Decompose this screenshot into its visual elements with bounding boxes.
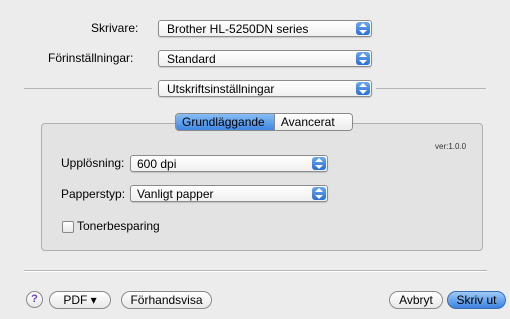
presets-select-value: Standard — [167, 52, 216, 66]
cancel-button[interactable]: Avbryt — [389, 291, 443, 309]
resolution-label: Upplösning: — [61, 156, 125, 170]
help-button[interactable]: ? — [26, 291, 43, 308]
presets-select[interactable]: Standard — [158, 50, 372, 67]
popup-arrows-icon — [356, 22, 370, 35]
paper-type-select-value: Vanligt papper — [137, 187, 214, 201]
toner-saving-label: Tonerbesparing — [77, 219, 160, 233]
resolution-select-value: 600 dpi — [137, 157, 177, 171]
tab-grundlaggande[interactable]: Grundläggande — [176, 114, 274, 130]
pdf-button[interactable]: PDF ▾ — [49, 291, 111, 309]
footer-separator-highlight — [24, 271, 487, 272]
section-select-value: Utskriftsinställningar — [167, 82, 275, 96]
section-select[interactable]: Utskriftsinställningar — [158, 80, 372, 97]
tab-avancerat[interactable]: Avancerat — [273, 114, 352, 130]
toner-saving-checkbox[interactable] — [62, 221, 74, 233]
separator-right — [376, 88, 486, 89]
presets-label: Förinställningar: — [48, 51, 134, 65]
resolution-select[interactable]: 600 dpi — [130, 155, 328, 172]
popup-arrows-icon — [312, 187, 326, 200]
preview-button[interactable]: Förhandsvisa — [121, 291, 212, 309]
print-button[interactable]: Skriv ut — [447, 291, 506, 309]
printer-select-value: Brother HL-5250DN series — [167, 22, 309, 36]
version-text: ver:1.0.0 — [435, 142, 467, 151]
paper-type-label: Papperstyp: — [61, 187, 126, 201]
popup-arrows-icon — [312, 157, 326, 170]
printer-select[interactable]: Brother HL-5250DN series — [158, 20, 372, 37]
separator-left — [24, 88, 152, 89]
popup-arrows-icon — [356, 52, 370, 65]
paper-type-select[interactable]: Vanligt papper — [130, 185, 328, 202]
printer-label: Skrivare: — [91, 21, 139, 35]
popup-arrows-icon — [356, 82, 370, 95]
tab-group: Grundläggande Avancerat — [175, 113, 353, 131]
